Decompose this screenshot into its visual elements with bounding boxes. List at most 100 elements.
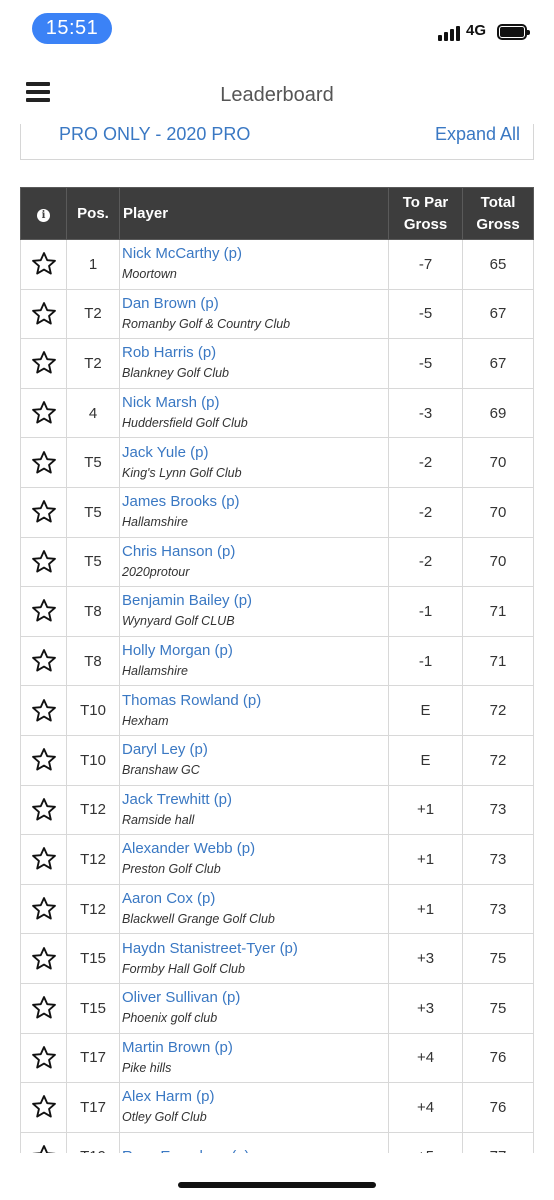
table-row[interactable]: 4 Nick Marsh (p) Huddersfield Golf Club -3 6… bbox=[20, 387, 534, 439]
table-row[interactable]: T2 Dan Brown (p) Romanby Golf & Country Cl… bbox=[20, 288, 534, 340]
table-row[interactable]: T8 Holly Morgan (p) Hallamshire -1 71 bbox=[20, 635, 534, 687]
table-row[interactable]: T5 Jack Yule (p) King's Lynn Golf Club -2 70 bbox=[20, 437, 534, 488]
home-indicator[interactable] bbox=[178, 1182, 376, 1188]
to-par-column-header[interactable]: To Par Gross bbox=[388, 187, 463, 240]
player-club: Pike hills bbox=[122, 1060, 172, 1075]
table-row[interactable]: 1 Nick McCarthy (p) Moortown -7 65 bbox=[20, 239, 534, 290]
favorite-cell bbox=[20, 486, 67, 538]
to-par-header-line2: Gross bbox=[403, 215, 448, 233]
info-icon[interactable]: i bbox=[37, 209, 50, 223]
table-row[interactable]: T10 Thomas Rowland (p) Hexham E 72 bbox=[20, 685, 534, 736]
player-club: Hexham bbox=[122, 713, 169, 728]
total-column-header[interactable]: Total Gross bbox=[462, 187, 534, 240]
table-row[interactable]: T5 James Brooks (p) Hallamshire -2 70 bbox=[20, 486, 534, 538]
star-icon[interactable] bbox=[30, 1093, 58, 1121]
favorite-cell bbox=[20, 288, 67, 340]
player-cell: Rob Harris (p) Blankney Golf Club bbox=[119, 338, 389, 389]
player-name-link[interactable]: Jack Trewhitt (p) bbox=[122, 790, 388, 810]
player-name-link[interactable]: Benjamin Bailey (p) bbox=[122, 591, 388, 611]
player-club: Hallamshire bbox=[122, 515, 188, 530]
player-club: Preston Golf Club bbox=[122, 862, 221, 877]
player-name-link[interactable]: Thomas Rowland (p) bbox=[122, 691, 388, 711]
player-name-link[interactable]: Holly Morgan (p) bbox=[122, 641, 388, 661]
player-name-link[interactable]: Nick McCarthy (p) bbox=[122, 244, 388, 264]
star-icon[interactable] bbox=[30, 597, 58, 625]
star-icon[interactable] bbox=[30, 1044, 58, 1072]
player-name-link[interactable]: Chris Hanson (p) bbox=[122, 542, 388, 562]
pos-column-header[interactable]: Pos. bbox=[66, 187, 120, 240]
table-row[interactable]: T5 Chris Hanson (p) 2020protour -2 70 bbox=[20, 536, 534, 588]
table-row[interactable]: T17 Martin Brown (p) Pike hills +4 76 bbox=[20, 1032, 534, 1084]
to-par-cell: -5 bbox=[388, 288, 463, 340]
player-name-link[interactable]: Jack Yule (p) bbox=[122, 443, 388, 463]
player-cell: Daryl Ley (p) Branshaw GC bbox=[119, 734, 389, 786]
position-cell: T2 bbox=[66, 338, 120, 389]
to-par-header-line1: To Par bbox=[402, 193, 449, 211]
star-icon[interactable] bbox=[30, 449, 58, 477]
player-name-link[interactable]: Haydn Stanistreet-Tyer (p) bbox=[122, 939, 388, 959]
total-cell: 73 bbox=[462, 834, 534, 885]
star-icon[interactable] bbox=[30, 845, 58, 873]
player-cell: Martin Brown (p) Pike hills bbox=[119, 1032, 389, 1084]
table-row[interactable]: T15 Oliver Sullivan (p) Phoenix golf club +… bbox=[20, 982, 534, 1034]
table-row[interactable]: T15 Haydn Stanistreet-Tyer (p) Formby Hall… bbox=[20, 933, 534, 984]
player-cell: Haydn Stanistreet-Tyer (p) Formby Hall Go… bbox=[119, 933, 389, 984]
to-par-cell: -1 bbox=[388, 586, 463, 637]
player-name-link[interactable]: Rob Harris (p) bbox=[122, 343, 388, 363]
table-row[interactable]: T10 Daryl Ley (p) Branshaw GC E 72 bbox=[20, 734, 534, 786]
table-row[interactable]: T12 Aaron Cox (p) Blackwell Grange Golf Cl… bbox=[20, 883, 534, 935]
player-club: Blackwell Grange Golf Club bbox=[122, 912, 275, 927]
to-par-cell: -2 bbox=[388, 437, 463, 488]
to-par-cell: -7 bbox=[388, 239, 463, 290]
to-par-cell: +3 bbox=[388, 982, 463, 1034]
total-cell: 75 bbox=[462, 982, 534, 1034]
star-icon[interactable] bbox=[30, 300, 58, 328]
star-icon[interactable] bbox=[30, 548, 58, 576]
player-name-link[interactable]: Daryl Ley (p) bbox=[122, 740, 388, 760]
player-column-header[interactable]: Player bbox=[119, 187, 389, 240]
player-name-link[interactable]: Alex Harm (p) bbox=[122, 1087, 388, 1107]
star-icon[interactable] bbox=[30, 746, 58, 774]
player-name-link[interactable]: James Brooks (p) bbox=[122, 492, 388, 512]
star-icon[interactable] bbox=[30, 250, 58, 278]
position-cell: 1 bbox=[66, 239, 120, 290]
star-icon[interactable] bbox=[30, 895, 58, 923]
table-row[interactable]: T12 Alexander Webb (p) Preston Golf Club +1… bbox=[20, 834, 534, 885]
table-row[interactable]: T17 Alex Harm (p) Otley Golf Club +4 76 bbox=[20, 1082, 534, 1133]
position-cell: T17 bbox=[66, 1082, 120, 1133]
page-title: Leaderboard bbox=[220, 84, 334, 106]
total-cell: 67 bbox=[462, 288, 534, 340]
table-row[interactable]: T8 Benjamin Bailey (p) Wynyard Golf CLUB -1… bbox=[20, 586, 534, 637]
position-cell: T17 bbox=[66, 1032, 120, 1084]
player-name-link[interactable]: Dan Brown (p) bbox=[122, 294, 388, 314]
player-club: Wynyard Golf CLUB bbox=[122, 614, 235, 629]
position-cell: T5 bbox=[66, 486, 120, 538]
to-par-cell: +1 bbox=[388, 883, 463, 935]
star-icon[interactable] bbox=[30, 647, 58, 675]
player-name-link[interactable]: Nick Marsh (p) bbox=[122, 393, 388, 413]
player-name-link[interactable]: Oliver Sullivan (p) bbox=[122, 988, 388, 1008]
star-icon[interactable] bbox=[30, 349, 58, 377]
info-column-header[interactable]: i bbox=[20, 187, 67, 240]
star-icon[interactable] bbox=[30, 796, 58, 824]
player-cell: Jack Trewhitt (p) Ramside hall bbox=[119, 784, 389, 836]
star-icon[interactable] bbox=[30, 994, 58, 1022]
table-row[interactable]: T12 Jack Trewhitt (p) Ramside hall +1 73 bbox=[20, 784, 534, 836]
position-cell: T8 bbox=[66, 635, 120, 687]
table-row[interactable]: T2 Rob Harris (p) Blankney Golf Club -5 67 bbox=[20, 338, 534, 389]
favorite-cell bbox=[20, 437, 67, 488]
favorite-cell bbox=[20, 734, 67, 786]
player-cell: Thomas Rowland (p) Hexham bbox=[119, 685, 389, 736]
expand-all-link[interactable]: Expand All bbox=[435, 124, 520, 145]
player-name-link[interactable]: Alexander Webb (p) bbox=[122, 839, 388, 859]
player-club: Otley Golf Club bbox=[122, 1110, 207, 1125]
star-icon[interactable] bbox=[30, 945, 58, 973]
star-icon[interactable] bbox=[30, 399, 58, 427]
star-icon[interactable] bbox=[30, 697, 58, 725]
star-icon[interactable] bbox=[30, 498, 58, 526]
player-name-link[interactable]: Aaron Cox (p) bbox=[122, 889, 388, 909]
division-filter-link[interactable]: PRO ONLY - 2020 PRO bbox=[59, 124, 250, 145]
position-cell: T5 bbox=[66, 437, 120, 488]
player-name-link[interactable]: Martin Brown (p) bbox=[122, 1038, 388, 1058]
player-cell: James Brooks (p) Hallamshire bbox=[119, 486, 389, 538]
